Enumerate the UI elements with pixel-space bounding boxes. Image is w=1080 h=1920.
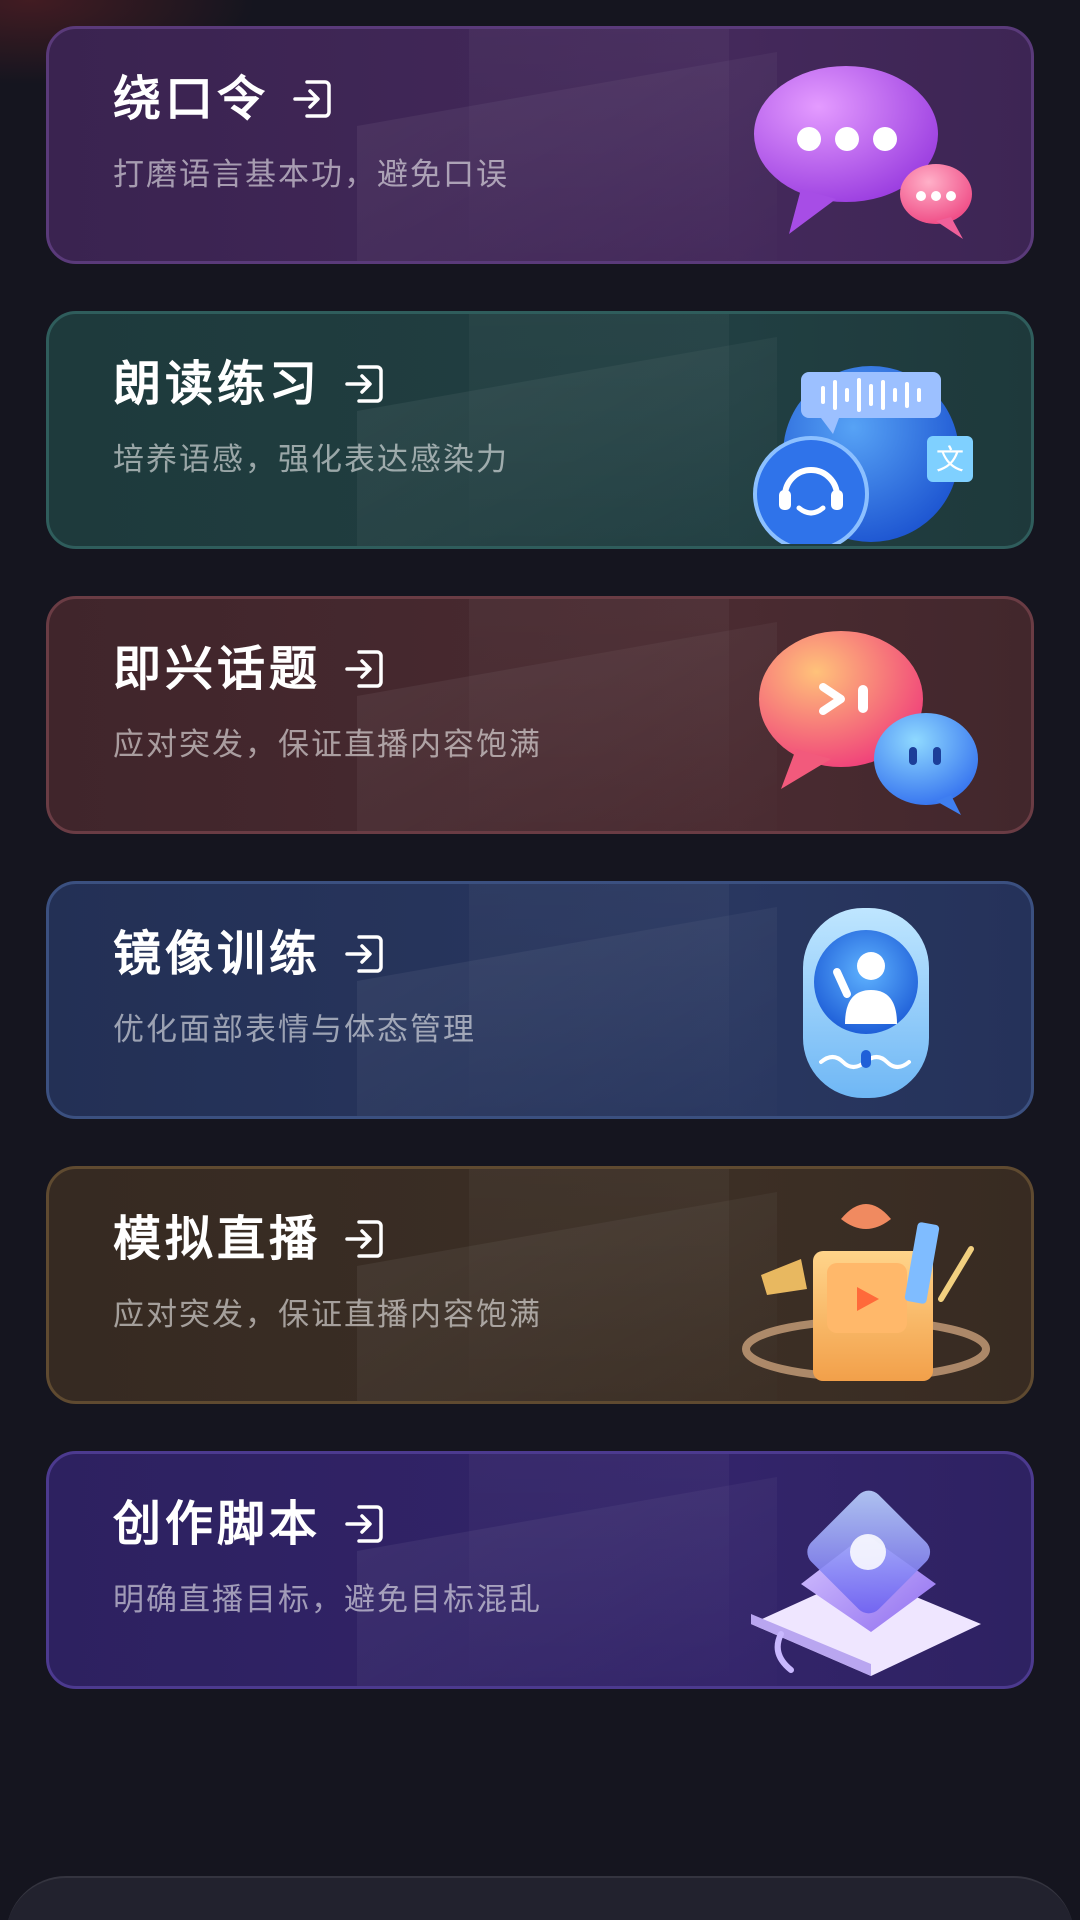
enter-arrow-icon (293, 80, 331, 118)
card-subtitle: 优化面部表情与体态管理 (113, 1012, 476, 1048)
card-title-row: 创作脚本 (113, 1494, 387, 1554)
card-title: 模拟直播 (113, 1211, 322, 1267)
card-title-row: 朗读练习 (113, 354, 387, 414)
card-title: 创作脚本 (113, 1496, 322, 1552)
card-mirror-training[interactable]: 镜像训练 优化面部表情与体态管理 (46, 881, 1034, 1119)
speech-bubbles-icon (754, 66, 972, 239)
script-book-icon (751, 1490, 981, 1676)
enter-arrow-icon (345, 650, 383, 688)
enter-arrow-icon (345, 935, 383, 973)
chat-bubbles-icon (759, 631, 978, 815)
card-title-row: 即兴话题 (113, 639, 387, 699)
enter-arrow-icon (345, 365, 383, 403)
practice-card-list: 绕口令 打磨语言基本功，避免口误 朗读练习 培养语感，强化表达感染力 文 即兴话… (46, 26, 1034, 1736)
card-subtitle: 打磨语言基本功，避免口误 (113, 157, 509, 193)
card-subtitle: 明确直播目标，避免目标混乱 (113, 1582, 542, 1618)
card-title-row: 镜像训练 (113, 924, 387, 984)
headset-voice-icon: 文 (753, 366, 973, 544)
card-reading-practice[interactable]: 朗读练习 培养语感，强化表达感染力 文 (46, 311, 1034, 549)
card-subtitle: 培养语感，强化表达感染力 (113, 442, 509, 478)
card-title: 镜像训练 (113, 926, 322, 982)
card-subtitle: 应对突发，保证直播内容饱满 (113, 1297, 542, 1333)
svg-text:文: 文 (936, 443, 964, 476)
card-title: 即兴话题 (113, 641, 322, 697)
enter-arrow-icon (345, 1220, 383, 1258)
bottom-sheet (6, 1876, 1074, 1920)
gift-box-icon (742, 1204, 990, 1381)
card-subtitle: 应对突发，保证直播内容饱满 (113, 727, 542, 763)
card-impromptu-topics[interactable]: 即兴话题 应对突发，保证直播内容饱满 (46, 596, 1034, 834)
enter-arrow-icon (345, 1505, 383, 1543)
card-title-row: 绕口令 (113, 69, 335, 129)
card-tongue-twister[interactable]: 绕口令 打磨语言基本功，避免口误 (46, 26, 1034, 264)
card-script-writing[interactable]: 创作脚本 明确直播目标，避免目标混乱 (46, 1451, 1034, 1689)
card-simulated-live[interactable]: 模拟直播 应对突发，保证直播内容饱满 (46, 1166, 1034, 1404)
mirror-person-icon (803, 908, 929, 1098)
card-title: 绕口令 (113, 71, 270, 127)
card-title-row: 模拟直播 (113, 1209, 387, 1269)
card-title: 朗读练习 (113, 356, 322, 412)
